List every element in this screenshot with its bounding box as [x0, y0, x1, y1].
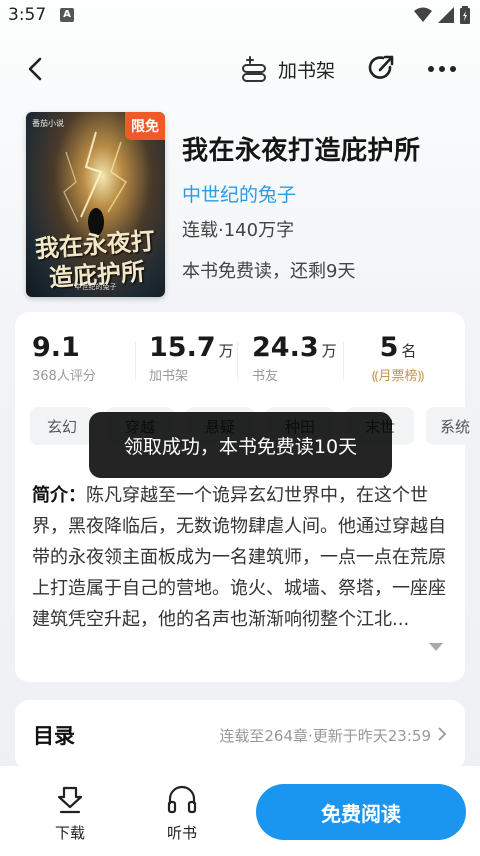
headphones-icon — [167, 785, 197, 814]
tag-item[interactable]: 系统 — [426, 407, 470, 445]
chevron-right-icon — [438, 727, 447, 741]
synopsis-text: 陈凡穿越至一个诡异玄幻世界中，在这个世界，黑夜降临后，无数诡物肆虐人间。他通过穿… — [32, 485, 446, 630]
battery-icon — [460, 6, 470, 24]
listen-label: 听书 — [166, 824, 197, 842]
book-title: 我在永夜打造庇护所 — [182, 136, 421, 166]
limited-free-badge: 限免 — [125, 112, 165, 140]
divider — [343, 342, 344, 380]
listen-button[interactable]: 听书 — [152, 784, 212, 843]
download-label: 下载 — [54, 824, 85, 842]
stat-readers[interactable]: 24.3 万 书友 — [252, 332, 337, 388]
book-status: 连载·140万字 — [182, 220, 295, 241]
tag-item[interactable]: 玄幻 — [30, 407, 94, 445]
shelf-value: 15.7 — [149, 332, 216, 363]
wifi-icon — [414, 7, 432, 22]
back-icon[interactable] — [22, 55, 50, 83]
add-to-shelf-button[interactable]: 加书架 — [240, 53, 335, 85]
shelf-label: 加书架 — [149, 369, 189, 384]
book-cover[interactable]: 番茄小说 我在永夜打造庇护所 中世纪的兔子 限免 — [26, 112, 165, 297]
status-time: 3:57 — [8, 5, 47, 25]
download-icon — [57, 786, 83, 814]
add-shelf-label: 加书架 — [278, 59, 336, 82]
readers-unit: 万 — [321, 342, 337, 360]
readers-value: 24.3 — [252, 332, 319, 363]
signal-icon — [438, 7, 454, 23]
expand-chevron-icon[interactable] — [429, 642, 443, 652]
rank-label: ⸨月票榜⸩ — [371, 369, 425, 384]
bottom-action-bar: 下载 听书 免费阅读 — [0, 766, 480, 856]
status-bar: 3:57 A — [0, 0, 480, 30]
stat-shelf: 15.7 万 加书架 — [149, 332, 234, 388]
book-author-link[interactable]: 中世纪的兔子 — [182, 180, 296, 207]
shelf-unit: 万 — [218, 342, 234, 360]
divider — [135, 342, 136, 380]
free-read-button[interactable]: 免费阅读 — [256, 784, 466, 840]
share-icon[interactable] — [366, 53, 396, 83]
stat-monthly-rank[interactable]: 5名 ⸨月票榜⸩ — [365, 332, 431, 388]
rating-value: 9.1 — [32, 332, 80, 363]
rating-label: 368人评分 — [32, 369, 96, 384]
synopsis-label: 简介： — [32, 485, 86, 506]
readers-label: 书友 — [252, 369, 279, 384]
add-shelf-icon — [242, 56, 266, 82]
more-icon[interactable] — [426, 55, 458, 83]
catalog-title: 目录 — [33, 724, 75, 748]
cover-author: 中世纪的兔子 — [74, 283, 117, 291]
toast-message: 领取成功，本书免费读10天 — [89, 412, 392, 478]
top-nav: 加书架 — [0, 45, 480, 93]
free-read-note: 本书免费读，还剩9天 — [182, 261, 356, 282]
stat-rating[interactable]: 9.1 368人评分 — [32, 332, 96, 388]
catalog-meta: 连载至264章·更新于昨天23:59 — [219, 727, 431, 745]
book-info-card: 9.1 368人评分 15.7 万 加书架 24.3 万 书友 5名 ⸨月票榜⸩ 玄… — [15, 312, 470, 682]
download-button[interactable]: 下载 — [40, 784, 100, 843]
catalog-row[interactable]: 目录 连载至264章·更新于昨天23:59 — [15, 700, 465, 770]
rank-value: 5 — [379, 332, 399, 363]
cover-publisher: 番茄小说 — [32, 119, 64, 128]
rank-unit: 名 — [401, 342, 417, 360]
status-icons — [414, 6, 470, 24]
synopsis[interactable]: 简介：陈凡穿越至一个诡异玄幻世界中，在这个世界，黑夜降临后，无数诡物肆虐人间。他… — [32, 480, 450, 635]
notification-icon: A — [60, 8, 74, 22]
divider — [237, 342, 238, 380]
